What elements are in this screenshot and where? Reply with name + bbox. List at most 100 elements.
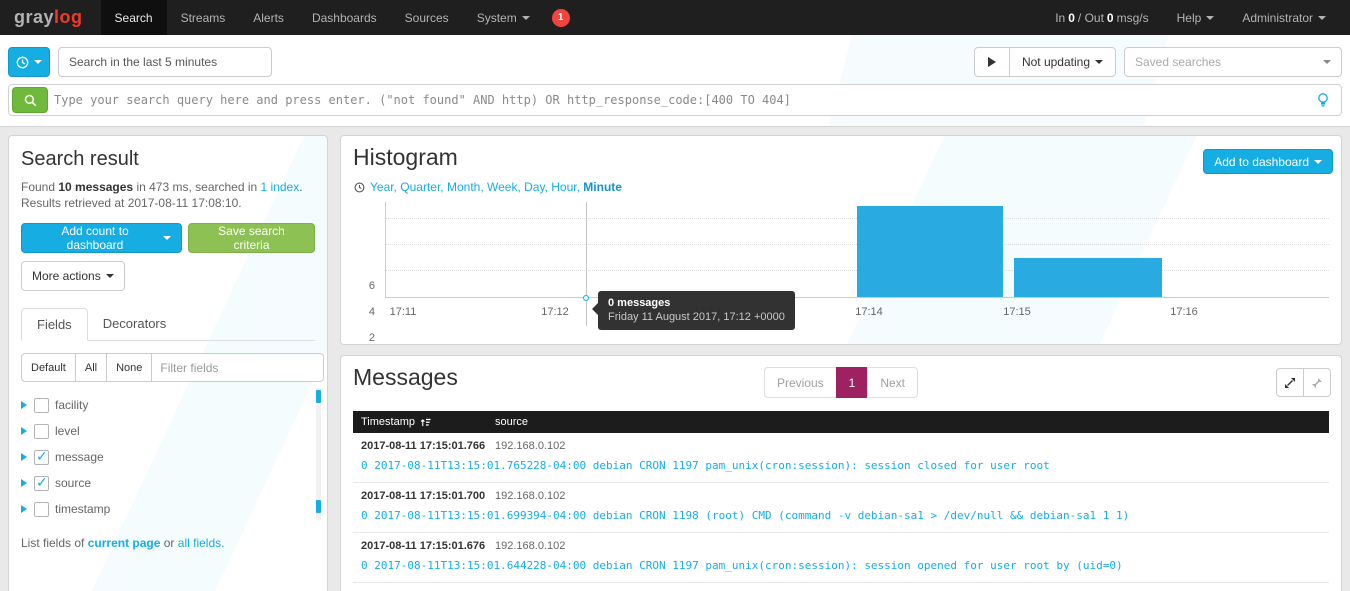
nav-item-sources[interactable]: Sources: [391, 0, 463, 35]
timerange-select[interactable]: Search in the last 5 minutes: [58, 47, 272, 77]
query-help-bulb-icon[interactable]: [1317, 93, 1329, 108]
field-checkbox[interactable]: [34, 398, 49, 413]
search-query-input[interactable]: [54, 93, 1305, 107]
expand-caret-icon[interactable]: [21, 505, 27, 513]
logo-text-gray: gray: [14, 7, 54, 28]
resolution-year[interactable]: Year: [370, 180, 400, 194]
message-row[interactable]: 2017-08-11 17:15:01.676192.168.0.102 0 2…: [353, 533, 1329, 583]
navbar-right: In0 / Out0 msg/s Help Administrator: [1041, 0, 1350, 35]
fields-default-button[interactable]: Default: [21, 353, 76, 382]
messages-table-header: Timestamp source: [353, 411, 1329, 433]
filter-fields-input[interactable]: [151, 353, 324, 382]
search-icon: [24, 94, 37, 107]
all-fields-link[interactable]: all fields: [178, 536, 221, 550]
nav-item-streams[interactable]: Streams: [167, 0, 240, 35]
message-row[interactable]: 2017-08-11 17:14:37.645192.168.0.102 0 2…: [353, 583, 1329, 591]
resolution-hour[interactable]: Hour: [551, 180, 583, 194]
in-msg-count: 0: [1068, 11, 1075, 25]
tab-fields[interactable]: Fields: [21, 308, 88, 341]
expand-icon: [1284, 377, 1296, 389]
search-controls-strip: Search in the last 5 minutes Not updatin…: [0, 35, 1350, 127]
field-list-scrollbar[interactable]: [316, 388, 321, 520]
saved-searches-select[interactable]: Saved searches: [1124, 47, 1342, 77]
compress-icon: [1311, 377, 1323, 389]
search-result-sidebar: Search result Found 10 messages in 473 m…: [8, 135, 328, 591]
y-axis-tick: 4: [349, 306, 375, 318]
index-link[interactable]: 1 index: [261, 180, 300, 194]
notification-badge[interactable]: 1: [552, 9, 570, 27]
chevron-down-icon: [1323, 60, 1331, 64]
pagination: Previous 1 Next: [764, 367, 918, 398]
field-row-message: message: [21, 444, 315, 470]
field-list: facility level message source timestamp: [21, 392, 315, 522]
message-text[interactable]: 0 2017-08-11T13:15:01.699394-04:00 debia…: [361, 509, 1321, 522]
resolution-quarter[interactable]: Quarter: [400, 180, 447, 194]
message-timestamp: 2017-08-11 17:15:01.766: [361, 440, 495, 452]
field-row-source: source: [21, 470, 315, 496]
expand-caret-icon[interactable]: [21, 401, 27, 409]
histogram-plot-area[interactable]: 0 messages Friday 11 August 2017, 17:12 …: [385, 202, 1329, 298]
add-to-dashboard-button[interactable]: Add to dashboard: [1203, 149, 1333, 174]
nav-item-user-menu[interactable]: Administrator: [1228, 0, 1340, 35]
column-header-timestamp[interactable]: Timestamp: [353, 416, 495, 428]
field-checkbox[interactable]: [34, 502, 49, 517]
resolution-minute-active[interactable]: Minute: [583, 180, 622, 194]
tooltip-date: Friday 11 August 2017, 17:12 +0000: [608, 311, 785, 323]
y-axis-tick: 6: [349, 280, 375, 292]
message-text[interactable]: 0 2017-08-11T13:15:01.765228-04:00 debia…: [361, 459, 1321, 472]
resolution-month[interactable]: Month: [447, 180, 487, 194]
resolution-day[interactable]: Day: [524, 180, 551, 194]
field-checkbox[interactable]: [34, 424, 49, 439]
scrollbar-thumb[interactable]: [316, 390, 321, 403]
refresh-interval-button[interactable]: Not updating: [1009, 47, 1116, 77]
field-row-level: level: [21, 418, 315, 444]
compress-table-button[interactable]: [1303, 368, 1331, 397]
message-timestamp: 2017-08-11 17:15:01.700: [361, 490, 495, 502]
out-msg-count: 0: [1107, 11, 1114, 25]
result-summary: Found 10 messages in 473 ms, searched in…: [21, 179, 315, 195]
column-header-source[interactable]: source: [495, 416, 528, 428]
message-text[interactable]: 0 2017-08-11T13:15:01.644228-04:00 debia…: [361, 559, 1321, 572]
expand-table-button[interactable]: [1276, 368, 1304, 397]
timerange-button[interactable]: [8, 47, 50, 77]
message-source: 192.168.0.102: [495, 540, 565, 552]
fields-all-button[interactable]: All: [75, 353, 107, 382]
save-search-criteria-button[interactable]: Save search criteria: [188, 223, 315, 253]
tab-decorators[interactable]: Decorators: [88, 308, 182, 341]
nav-item-system[interactable]: System: [463, 0, 544, 35]
nav-item-help[interactable]: Help: [1163, 0, 1229, 35]
scrollbar-thumb[interactable]: [316, 500, 321, 513]
message-row[interactable]: 2017-08-11 17:15:01.700192.168.0.102 0 2…: [353, 483, 1329, 533]
search-submit-button[interactable]: [12, 87, 48, 113]
top-navbar: graylog Search Streams Alerts Dashboards…: [0, 0, 1350, 35]
nav-item-search[interactable]: Search: [101, 0, 167, 35]
chevron-down-icon: [522, 16, 530, 20]
add-count-to-dashboard-button[interactable]: Add count to dashboard: [21, 223, 182, 253]
expand-caret-icon[interactable]: [21, 479, 27, 487]
current-page-link[interactable]: current page: [88, 536, 161, 550]
expand-caret-icon[interactable]: [21, 427, 27, 435]
x-axis-tick: 17:11: [381, 306, 425, 318]
expand-caret-icon[interactable]: [21, 453, 27, 461]
chart-hover-point: [583, 295, 589, 301]
histogram-bar-1715[interactable]: [1014, 258, 1162, 297]
field-checkbox[interactable]: [34, 450, 49, 465]
pagination-previous[interactable]: Previous: [764, 367, 837, 398]
message-row[interactable]: 2017-08-11 17:15:01.766192.168.0.102 0 2…: [353, 433, 1329, 483]
field-checkbox[interactable]: [34, 476, 49, 491]
clock-icon: [16, 56, 29, 69]
nav-item-alerts[interactable]: Alerts: [239, 0, 298, 35]
y-axis-tick: 2: [349, 332, 375, 344]
chevron-down-icon: [34, 60, 42, 64]
fields-none-button[interactable]: None: [106, 353, 152, 382]
nav-item-dashboards[interactable]: Dashboards: [298, 0, 391, 35]
graylog-logo[interactable]: graylog: [0, 0, 101, 35]
histogram-title: Histogram: [353, 144, 458, 171]
resolution-week[interactable]: Week: [487, 180, 524, 194]
pagination-page-1[interactable]: 1: [836, 367, 869, 398]
more-actions-button[interactable]: More actions: [21, 261, 125, 291]
pagination-next[interactable]: Next: [867, 367, 918, 398]
play-refresh-button[interactable]: [974, 47, 1010, 77]
histogram-bar-1714[interactable]: [857, 206, 1003, 297]
x-axis-tick: 17:14: [847, 306, 891, 318]
